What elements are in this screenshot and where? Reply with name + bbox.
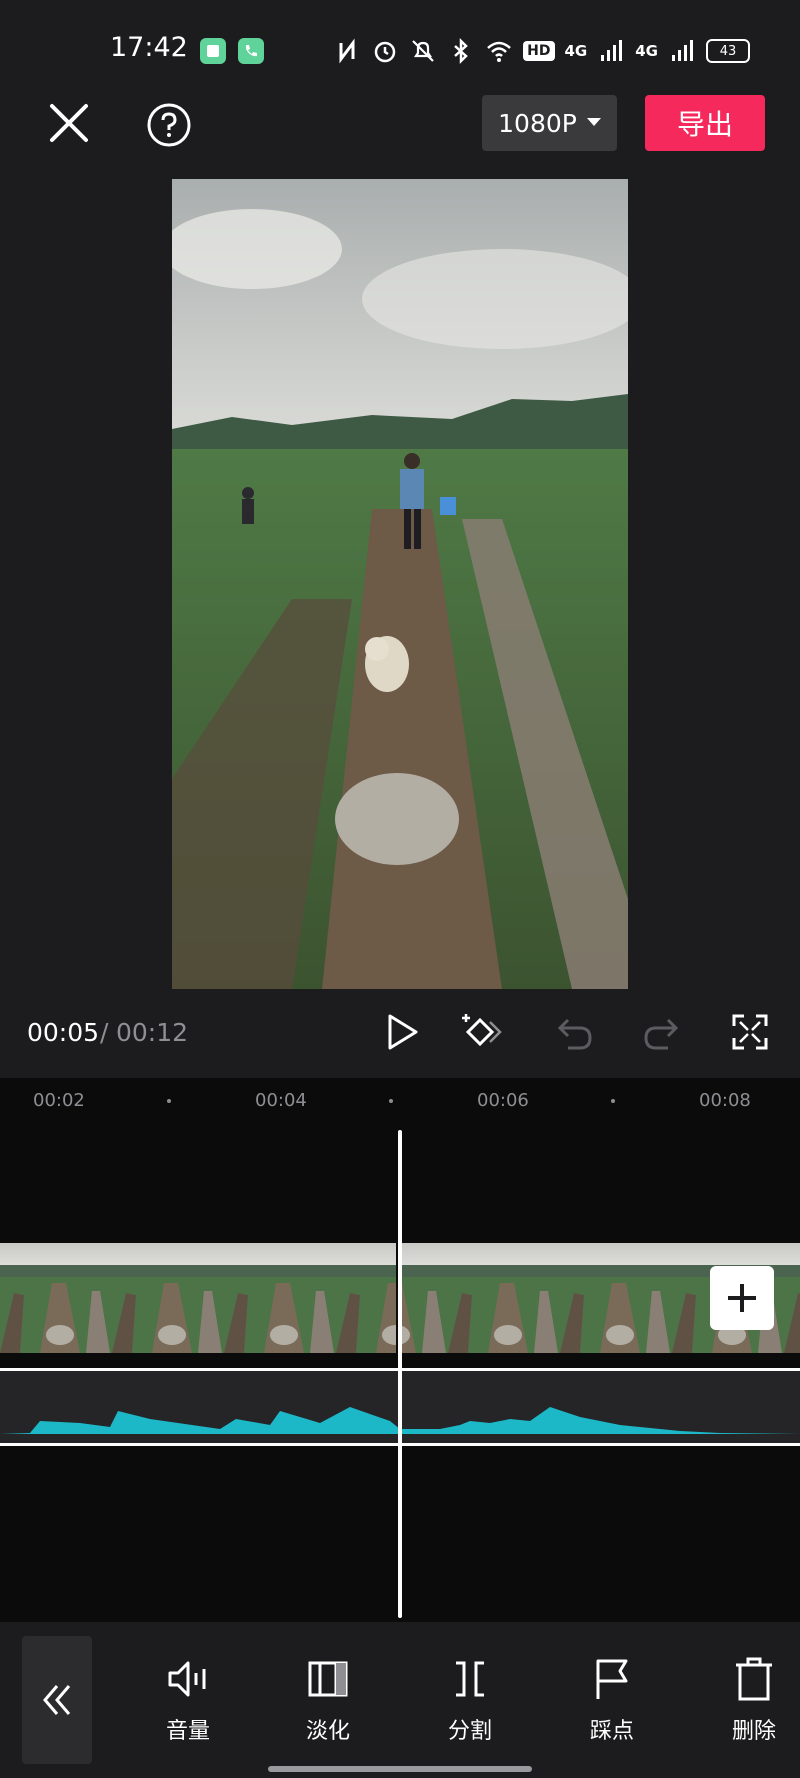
double-chevron-left-icon xyxy=(43,1685,71,1715)
collapse-button[interactable] xyxy=(22,1636,92,1764)
ruler-label: 00:08 xyxy=(699,1090,751,1111)
undo-icon xyxy=(557,1018,592,1050)
ruler-tick xyxy=(611,1099,615,1103)
nfc-icon xyxy=(339,38,355,64)
status-clock: 17:42 xyxy=(110,32,188,63)
battery-icon: 43 xyxy=(706,39,750,63)
playhead[interactable] xyxy=(398,1130,402,1618)
delete-label: 删除 xyxy=(731,1719,776,1744)
network-label-2: 4G xyxy=(635,41,658,60)
network-label-1: 4G xyxy=(564,41,588,60)
ruler-label: 00:02 xyxy=(33,1090,85,1111)
home-indicator[interactable] xyxy=(268,1766,532,1772)
ruler-tick xyxy=(389,1099,393,1103)
total-time: 00:12 xyxy=(116,1018,189,1047)
bottom-toolbar xyxy=(0,1622,800,1778)
current-time: 00:05 xyxy=(27,1018,100,1047)
volume-icon xyxy=(168,1661,206,1697)
close-icon xyxy=(50,104,88,142)
add-clip-button[interactable] xyxy=(710,1266,774,1330)
fade-icon xyxy=(308,1661,348,1697)
mute-icon xyxy=(412,40,434,62)
split-button[interactable]: 分割 xyxy=(420,1655,520,1755)
resolution-label: 1080P xyxy=(498,108,577,138)
redo-icon xyxy=(644,1018,679,1050)
fade-button[interactable]: 淡化 xyxy=(278,1655,378,1755)
plus-icon xyxy=(728,1284,756,1312)
beat-flag-icon xyxy=(596,1659,628,1699)
ruler-label: 00:06 xyxy=(477,1090,529,1111)
redo-button[interactable] xyxy=(640,1010,684,1054)
help-button[interactable] xyxy=(146,102,192,148)
beat-label: 踩点 xyxy=(589,1719,634,1744)
keyframe-button[interactable] xyxy=(460,1010,504,1054)
play-icon xyxy=(388,1014,418,1050)
video-preview[interactable] xyxy=(172,179,628,989)
phone-notification-icon xyxy=(238,38,264,64)
fullscreen-button[interactable] xyxy=(728,1010,772,1054)
delete-button[interactable]: 删除 xyxy=(704,1655,800,1755)
fade-label: 淡化 xyxy=(305,1719,350,1744)
signal-icon xyxy=(601,40,623,61)
volume-label: 音量 xyxy=(165,1719,210,1744)
volume-button[interactable]: 音量 xyxy=(138,1655,238,1755)
keyframe-icon xyxy=(462,1014,502,1047)
bluetooth-icon xyxy=(454,37,468,65)
undo-button[interactable] xyxy=(552,1010,596,1054)
export-button[interactable]: 导出 xyxy=(645,95,765,151)
beat-button[interactable]: 踩点 xyxy=(562,1655,662,1755)
ruler-tick xyxy=(167,1099,171,1103)
alarm-icon xyxy=(374,41,396,63)
status-icons: HD 4G 4G 43 xyxy=(333,36,750,66)
video-frame-image xyxy=(172,179,628,989)
fullscreen-icon xyxy=(732,1014,768,1050)
delete-icon xyxy=(736,1657,772,1701)
play-button[interactable] xyxy=(380,1010,424,1054)
close-button[interactable] xyxy=(46,100,92,146)
help-icon xyxy=(147,103,191,147)
hd-icon: HD xyxy=(523,41,555,61)
resolution-dropdown[interactable]: 1080P xyxy=(482,95,617,151)
signal-icon-2 xyxy=(672,40,693,61)
time-separator: / xyxy=(100,1018,109,1047)
split-label: 分割 xyxy=(447,1719,492,1744)
split-icon xyxy=(456,1661,484,1697)
wifi-icon xyxy=(487,41,511,62)
caret-down-icon xyxy=(586,118,601,126)
app-notification-icon xyxy=(200,38,226,64)
ruler-label: 00:04 xyxy=(255,1090,307,1111)
